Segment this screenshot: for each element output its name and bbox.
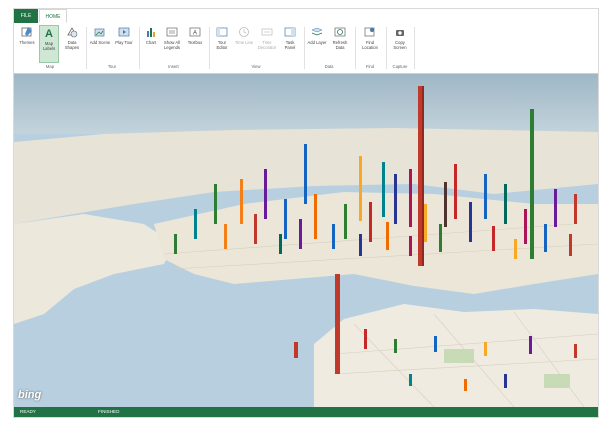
time-decorator-label: Time Decorator xyxy=(257,40,277,50)
app-window: FILE HOME Themes A Map Labels Data Shape… xyxy=(14,9,598,417)
chart-icon xyxy=(147,28,155,37)
add-scene-label: Add Scene xyxy=(89,40,111,45)
map-canvas[interactable]: bing xyxy=(14,74,598,407)
copy-screen-label: Copy Screen xyxy=(393,40,407,50)
time-decorator-button[interactable]: Time Decorator xyxy=(256,25,278,63)
textbox-icon: A xyxy=(189,27,201,37)
tour-editor-button[interactable]: Tour Editor xyxy=(212,25,232,63)
find-location-button[interactable]: Find Location xyxy=(358,25,382,63)
camera-icon xyxy=(396,30,404,36)
textbox-label: Textbox xyxy=(187,40,203,45)
tour-editor-icon xyxy=(216,27,228,37)
tab-file[interactable]: FILE xyxy=(14,9,38,23)
refresh-data-button[interactable]: Refresh Data xyxy=(329,25,351,63)
textbox-button[interactable]: A Textbox xyxy=(185,25,205,63)
map-labels-label: Map Labels xyxy=(42,41,56,51)
status-finished: FINISHED xyxy=(98,409,120,414)
data-shapes-label: Data Shapes xyxy=(64,40,80,50)
themes-label: Themes xyxy=(19,40,35,45)
play-tour-label: Play Tour xyxy=(115,40,133,45)
legend-icon xyxy=(166,27,178,37)
chart-button[interactable]: Chart xyxy=(142,25,160,63)
chart-label: Chart xyxy=(145,40,157,45)
group-separator xyxy=(355,27,356,69)
group-label-insert: Insert xyxy=(168,64,179,69)
group-separator xyxy=(304,27,305,69)
add-layer-button[interactable]: Add Layer xyxy=(307,25,327,63)
show-all-legends-label: Show All Legends xyxy=(163,40,181,50)
themes-button[interactable]: Themes xyxy=(16,25,38,63)
add-layer-label: Add Layer xyxy=(307,40,327,45)
add-scene-button[interactable]: Add Scene xyxy=(89,25,111,63)
layers-icon xyxy=(311,27,323,36)
add-scene-icon xyxy=(94,28,105,37)
time-decorator-icon xyxy=(261,28,273,36)
svg-text:A: A xyxy=(193,31,197,37)
map-labels-button[interactable]: A Map Labels xyxy=(39,25,59,63)
park xyxy=(444,349,474,363)
group-separator xyxy=(86,27,87,69)
play-tour-icon xyxy=(118,27,130,37)
group-separator xyxy=(139,27,140,69)
group-label-view: View xyxy=(251,64,261,69)
copy-screen-button[interactable]: Copy Screen xyxy=(389,25,411,63)
task-panel-label: Task Panel xyxy=(284,40,296,50)
time-line-label: Time Line xyxy=(234,40,254,45)
tour-editor-label: Tour Editor xyxy=(216,40,228,50)
map-labels-icon: A xyxy=(45,28,53,39)
task-panel-button[interactable]: Task Panel xyxy=(280,25,300,63)
refresh-data-label: Refresh Data xyxy=(332,40,348,50)
time-line-button[interactable]: Time Line xyxy=(234,25,254,63)
play-tour-button[interactable]: Play Tour xyxy=(113,25,135,63)
group-label-tour: Tour xyxy=(107,64,117,69)
clock-icon xyxy=(239,27,249,37)
group-separator xyxy=(209,27,210,69)
group-label-data: Data xyxy=(324,64,334,69)
group-label-capture: Capture xyxy=(392,64,408,69)
svg-text:A: A xyxy=(45,28,53,39)
find-location-icon xyxy=(364,27,375,37)
ribbon-tab-strip: FILE HOME xyxy=(14,9,598,24)
task-panel-icon xyxy=(284,27,296,37)
refresh-icon xyxy=(334,27,346,37)
status-ready: READY xyxy=(20,409,36,414)
group-separator xyxy=(414,27,415,69)
bing-logo: bing xyxy=(18,389,42,401)
data-shapes-icon xyxy=(67,27,78,38)
tab-home[interactable]: HOME xyxy=(39,9,67,23)
group-separator xyxy=(386,27,387,69)
group-label-map: Map xyxy=(45,64,55,69)
find-location-label: Find Location xyxy=(362,40,378,50)
group-label-find: Find xyxy=(365,64,375,69)
map-scene xyxy=(14,74,598,407)
ribbon: Themes A Map Labels Data Shapes Map Add … xyxy=(14,23,598,74)
show-all-legends-button[interactable]: Show All Legends xyxy=(161,25,183,63)
park xyxy=(544,374,570,388)
status-bar: READY FINISHED xyxy=(14,407,598,417)
data-shapes-button[interactable]: Data Shapes xyxy=(61,25,83,63)
themes-icon xyxy=(21,27,32,37)
